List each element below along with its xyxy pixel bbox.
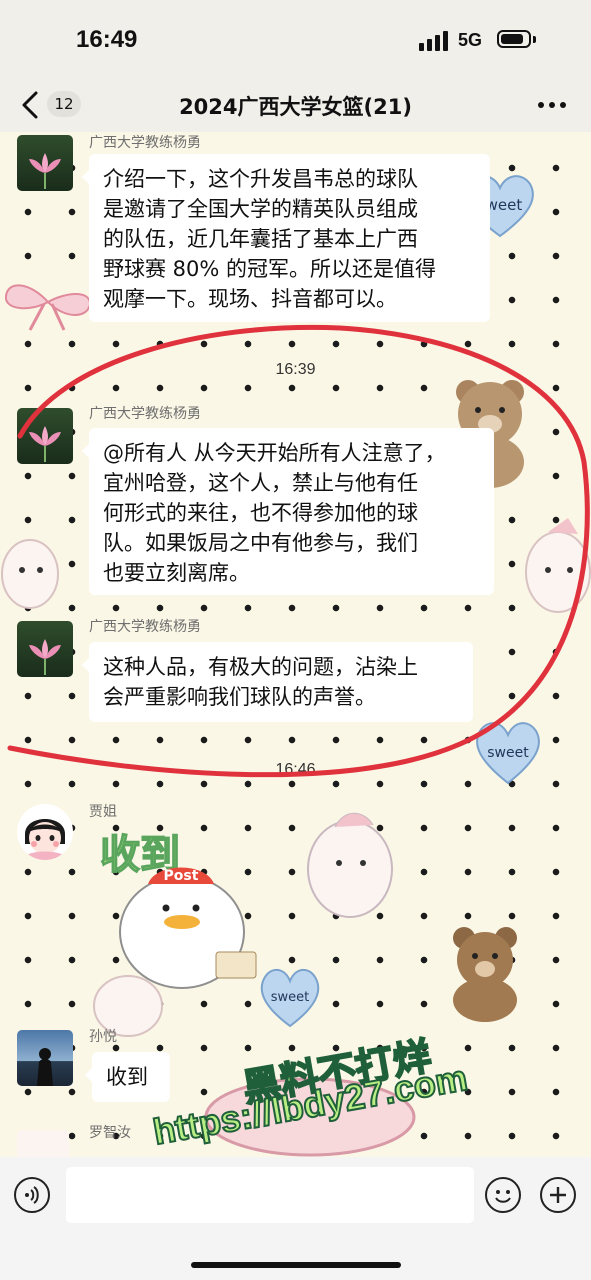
sweet-label: sweet: [271, 990, 310, 1005]
lotus-icon: [29, 153, 61, 189]
message-bubble[interactable]: @所有人 从今天开始所有人注意了， 宜州哈登，这个人，禁止与他有任 何形式的来往…: [82, 428, 494, 595]
sender-name: 广西大学教练杨勇: [89, 406, 201, 422]
bear-sticker: [453, 927, 517, 1022]
status-time: 16:49: [76, 26, 138, 53]
avatar[interactable]: [17, 135, 73, 191]
home-indicator: [191, 1262, 401, 1268]
person-silhouette-icon: [37, 1048, 53, 1086]
signal-icon: [419, 31, 448, 51]
cartoon-girl-icon: [25, 819, 65, 860]
status-bar: 16:49 5G: [0, 0, 591, 80]
message-line: 野球赛 80% 的冠军。所以还是值得: [103, 257, 437, 281]
message-line: 何形式的来往，也不得参加他的球: [103, 501, 418, 525]
add-attachment-icon[interactable]: [540, 1177, 576, 1213]
chat-title: 2024广西大学女篮(21): [179, 95, 412, 119]
pink-bow-sticker: [4, 284, 92, 331]
smiley-face-icon: [495, 1190, 511, 1203]
plus-icon: [550, 1187, 566, 1203]
received-sticker[interactable]: 收到 Post: [96, 822, 286, 992]
bunny-sticker: [525, 518, 591, 613]
message-line: @所有人 从今天开始所有人注意了，: [103, 441, 446, 465]
sweet-label: sweet: [487, 745, 529, 761]
sticker-badge: Post: [164, 868, 199, 884]
more-options-icon[interactable]: [538, 102, 566, 108]
bunny-sticker: [1, 539, 59, 609]
sender-name: 广西大学教练杨勇: [89, 619, 201, 635]
sender-name: 孙悦: [89, 1029, 117, 1045]
message-bubble[interactable]: 收到: [85, 1052, 170, 1102]
message-line: 观摩一下。现场、抖音都可以。: [103, 287, 397, 311]
message-timestamp: 16:46: [275, 761, 316, 778]
sender-name: 贾姐: [89, 804, 117, 820]
message-line: 是邀请了全国大学的精英队员组成: [103, 197, 418, 221]
avatar[interactable]: [17, 1130, 69, 1157]
message-line: 收到: [106, 1065, 148, 1089]
voice-waves-icon: [25, 1186, 39, 1204]
message-bubble[interactable]: 介绍一下，这个升发昌韦总的球队 是邀请了全国大学的精英队员组成 的队伍，近几年囊…: [82, 154, 490, 322]
message-bubble[interactable]: 这种人品，有极大的问题，沾染上 会严重影响我们球队的声誉。: [82, 642, 473, 722]
message-line: 这种人品，有极大的问题，沾染上: [103, 655, 418, 679]
message-line: 队。如果饭局之中有他参与，我们: [103, 531, 418, 555]
avatar[interactable]: [17, 804, 73, 860]
network-type: 5G: [458, 30, 483, 50]
chat-header: 12 2024广西大学女篮(21): [0, 80, 591, 132]
lotus-icon: [29, 426, 61, 462]
avatar[interactable]: [17, 621, 73, 677]
message-line: 会严重影响我们球队的声誉。: [103, 685, 376, 709]
voice-input-icon[interactable]: [14, 1177, 50, 1213]
message-line: 也要立刻离席。: [103, 561, 250, 585]
message-line: 宜州哈登，这个人，禁止与他有任: [103, 471, 418, 495]
sender-name: 罗智汝: [89, 1125, 131, 1141]
sender-name: 广西大学教练杨勇: [89, 135, 201, 151]
message-input[interactable]: [66, 1167, 474, 1223]
duck-sticker: 收到 Post: [99, 831, 257, 989]
lotus-icon: [29, 639, 61, 675]
bunny-sticker: [307, 812, 393, 918]
message-line: 的队伍，近几年囊括了基本上广西: [103, 227, 418, 251]
message-timestamp: 16:39: [275, 361, 316, 378]
chat-area[interactable]: sweet sweet sweet 广西大学教练杨勇 介绍一下，这个升发昌韦总的…: [0, 132, 591, 1157]
battery-icon: [497, 30, 531, 48]
avatar[interactable]: [17, 408, 73, 464]
message-line: 介绍一下，这个升发昌韦总的球队: [103, 167, 418, 191]
avatar[interactable]: [17, 1030, 73, 1086]
emoji-icon[interactable]: [485, 1177, 521, 1213]
battery-tip: [533, 36, 536, 43]
